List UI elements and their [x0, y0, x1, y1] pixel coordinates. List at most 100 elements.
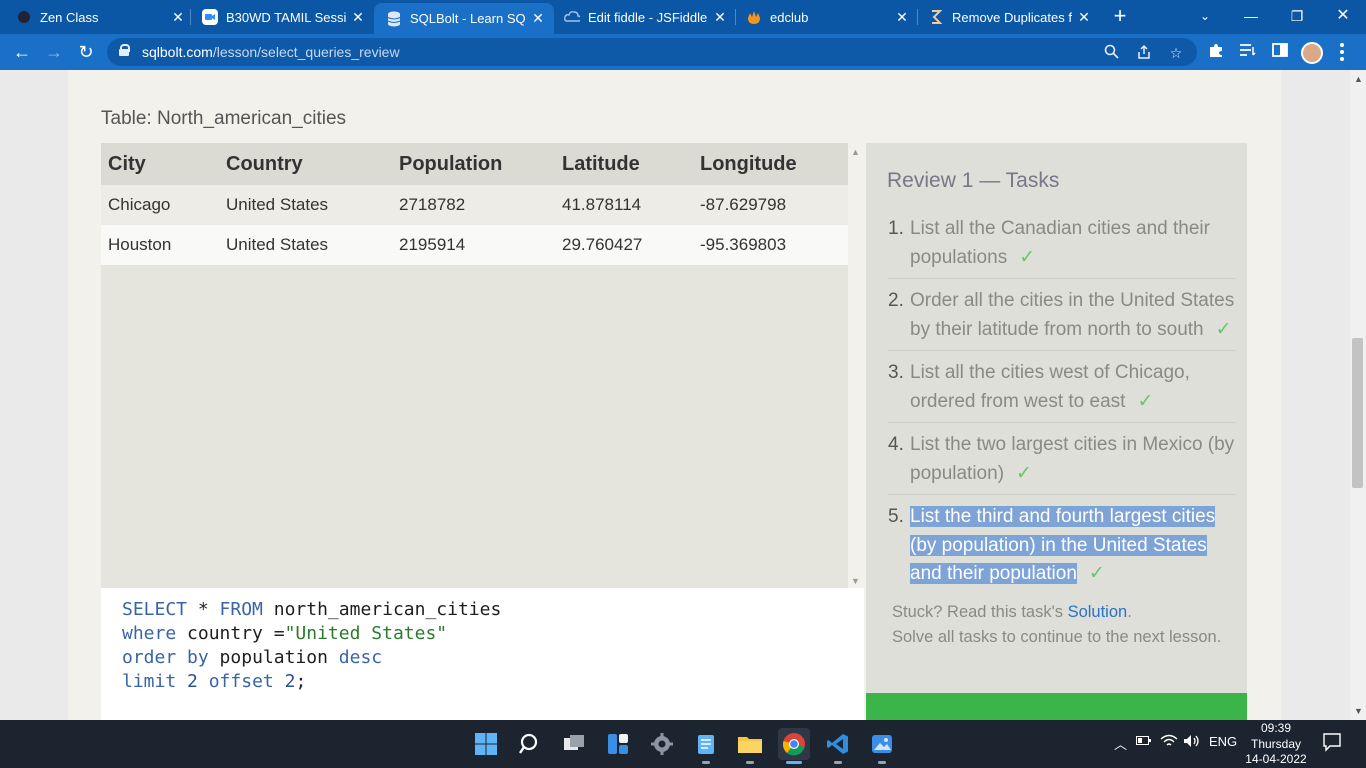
code-line-2: where country ="United States" [122, 622, 864, 646]
close-icon[interactable]: ✕ [712, 9, 728, 26]
reading-list-icon[interactable] [1238, 42, 1258, 62]
task-number: 5. [888, 506, 904, 527]
tab-title: B30WD TAMIL Session [226, 9, 346, 25]
scroll-up-arrow-icon[interactable]: ▲ [851, 147, 860, 157]
continue-instruction: Solve all tasks to continue to the next … [892, 628, 1222, 646]
tab-zen-class[interactable]: Zen Class ✕ [16, 4, 186, 30]
chrome-menu-icon[interactable] [1340, 43, 1344, 61]
column-header-latitude: Latitude [555, 143, 693, 185]
windows-taskbar: ︿ ENG 09:39 Thursday 14-04-2022 [0, 720, 1366, 768]
wifi-icon[interactable] [1160, 734, 1178, 751]
continue-bar[interactable] [866, 693, 1247, 720]
side-panel-icon[interactable] [1270, 42, 1290, 62]
chrome-icon[interactable] [778, 728, 810, 764]
column-header-population: Population [392, 143, 555, 185]
scroll-down-arrow-icon[interactable]: ▼ [851, 576, 860, 586]
solution-link[interactable]: Solution [1068, 603, 1128, 621]
column-header-country: Country [219, 143, 392, 185]
tab-divider [735, 9, 736, 25]
clock-date: 14-04-2022 [1245, 752, 1307, 766]
page-scrollbar[interactable]: ▲ ▼ [1350, 70, 1366, 720]
address-bar[interactable]: sqlbolt.com/lesson/select_queries_review… [107, 38, 1197, 66]
code-identifier: country [176, 623, 274, 644]
cell-population: 2718782 [392, 185, 555, 225]
notifications-icon[interactable] [1322, 732, 1342, 755]
task-item: 4. List the two largest cities in Mexico … [888, 429, 1236, 495]
checkmark-icon: ✓ [1016, 462, 1032, 484]
tab-strip: Zen Class ✕ B30WD TAMIL Session ✕ SQLBol… [0, 0, 1366, 34]
notepad-icon[interactable] [690, 728, 722, 764]
stuck-text: Stuck? Read this task's [892, 603, 1068, 621]
close-window-button[interactable]: ✕ [1320, 0, 1366, 32]
vscode-icon[interactable] [822, 728, 854, 764]
back-arrow-icon[interactable]: ← [10, 40, 34, 64]
share-icon[interactable] [1135, 44, 1153, 62]
active-indicator [786, 761, 802, 764]
file-explorer-icon[interactable] [734, 728, 766, 764]
running-indicator [878, 761, 886, 764]
tab-edclub[interactable]: edclub ✕ [746, 4, 910, 30]
scroll-up-arrow-icon[interactable]: ▲ [1354, 74, 1363, 84]
volume-icon[interactable] [1183, 734, 1201, 751]
close-icon[interactable]: ✕ [530, 10, 546, 27]
new-tab-button[interactable]: + [1108, 4, 1132, 28]
task-item: 3. List all the cities west of Chicago, o… [888, 357, 1236, 423]
stuck-period: . [1127, 603, 1132, 621]
scrollbar-thumb[interactable] [1352, 338, 1363, 488]
extensions-icon[interactable] [1206, 42, 1226, 62]
task-view-icon[interactable] [558, 728, 590, 760]
photos-icon[interactable] [866, 728, 898, 764]
show-hidden-icons-chevron-icon[interactable]: ︿ [1114, 734, 1127, 753]
table-header-row: City Country Population Latitude Longitu… [101, 143, 848, 185]
cell-population: 2195914 [392, 225, 555, 265]
keyword-offset: offset [208, 671, 274, 692]
tab-sqlbolt[interactable]: SQLBolt - Learn SQL - ✕ [374, 3, 554, 34]
table-caption: Table: North_american_cities [101, 108, 347, 129]
system-clock[interactable]: 09:39 Thursday 14-04-2022 [1243, 721, 1309, 768]
widgets-icon[interactable] [602, 728, 634, 760]
tab-zoom-session[interactable]: B30WD TAMIL Session ✕ [202, 4, 366, 30]
profile-avatar[interactable] [1301, 42, 1323, 64]
reload-icon[interactable]: ↻ [74, 40, 98, 64]
cell-country: United States [219, 225, 392, 265]
tab-title: SQLBolt - Learn SQL - [410, 11, 526, 26]
close-icon[interactable]: ✕ [350, 9, 366, 26]
close-icon[interactable]: ✕ [170, 9, 186, 26]
code-identifier: north_american_cities [262, 599, 502, 620]
battery-icon[interactable] [1136, 734, 1152, 749]
close-icon[interactable]: ✕ [1076, 9, 1092, 26]
windows-start-icon[interactable] [470, 728, 502, 760]
tab-title: edclub [770, 9, 809, 25]
keyword-order: order [122, 647, 177, 668]
query-results-table[interactable]: City Country Population Latitude Longitu… [101, 143, 848, 588]
settings-icon[interactable] [646, 728, 678, 760]
running-indicator [702, 761, 710, 764]
task-number: 4. [888, 434, 904, 455]
search-icon[interactable] [514, 728, 546, 760]
code-number: 2 [187, 671, 198, 692]
tab-search-chevron-icon[interactable]: ⌄ [1182, 0, 1228, 32]
url-text[interactable]: sqlbolt.com/lesson/select_queries_review [142, 44, 400, 60]
table-row: Houston United States 2195914 29.760427 … [101, 225, 848, 265]
task-item-current: 5. List the third and fourth largest citi… [888, 501, 1236, 595]
bookmark-star-icon[interactable]: ☆ [1167, 44, 1185, 62]
close-icon[interactable]: ✕ [894, 9, 910, 26]
url-domain: sqlbolt.com [142, 44, 213, 60]
language-indicator[interactable]: ENG [1209, 734, 1237, 749]
restore-button[interactable]: ❐ [1274, 0, 1320, 32]
task-text: List the two largest cities in Mexico (b… [910, 434, 1235, 484]
code-line-4: limit 2 offset 2; [122, 670, 864, 694]
zoom-icon[interactable] [1102, 44, 1120, 62]
keyword-desc: desc [338, 647, 383, 668]
running-indicator [746, 761, 754, 764]
tab-jsfiddle[interactable]: Edit fiddle - JSFiddle - ✕ [564, 4, 728, 30]
forward-arrow-icon[interactable]: → [42, 40, 66, 64]
results-scrollbar[interactable]: ▲ ▼ [849, 143, 863, 588]
running-indicator [834, 761, 842, 764]
minimize-button[interactable]: — [1228, 0, 1274, 32]
scroll-down-arrow-icon[interactable]: ▼ [1354, 706, 1363, 716]
task-text: Order all the cities in the United State… [910, 290, 1235, 340]
task-text-selected: List the third and fourth largest cities… [910, 506, 1216, 584]
tab-remove-duplicates[interactable]: Remove Duplicates fro ✕ [928, 4, 1092, 30]
sql-editor[interactable]: SELECT * FROM north_american_cities wher… [101, 588, 864, 720]
